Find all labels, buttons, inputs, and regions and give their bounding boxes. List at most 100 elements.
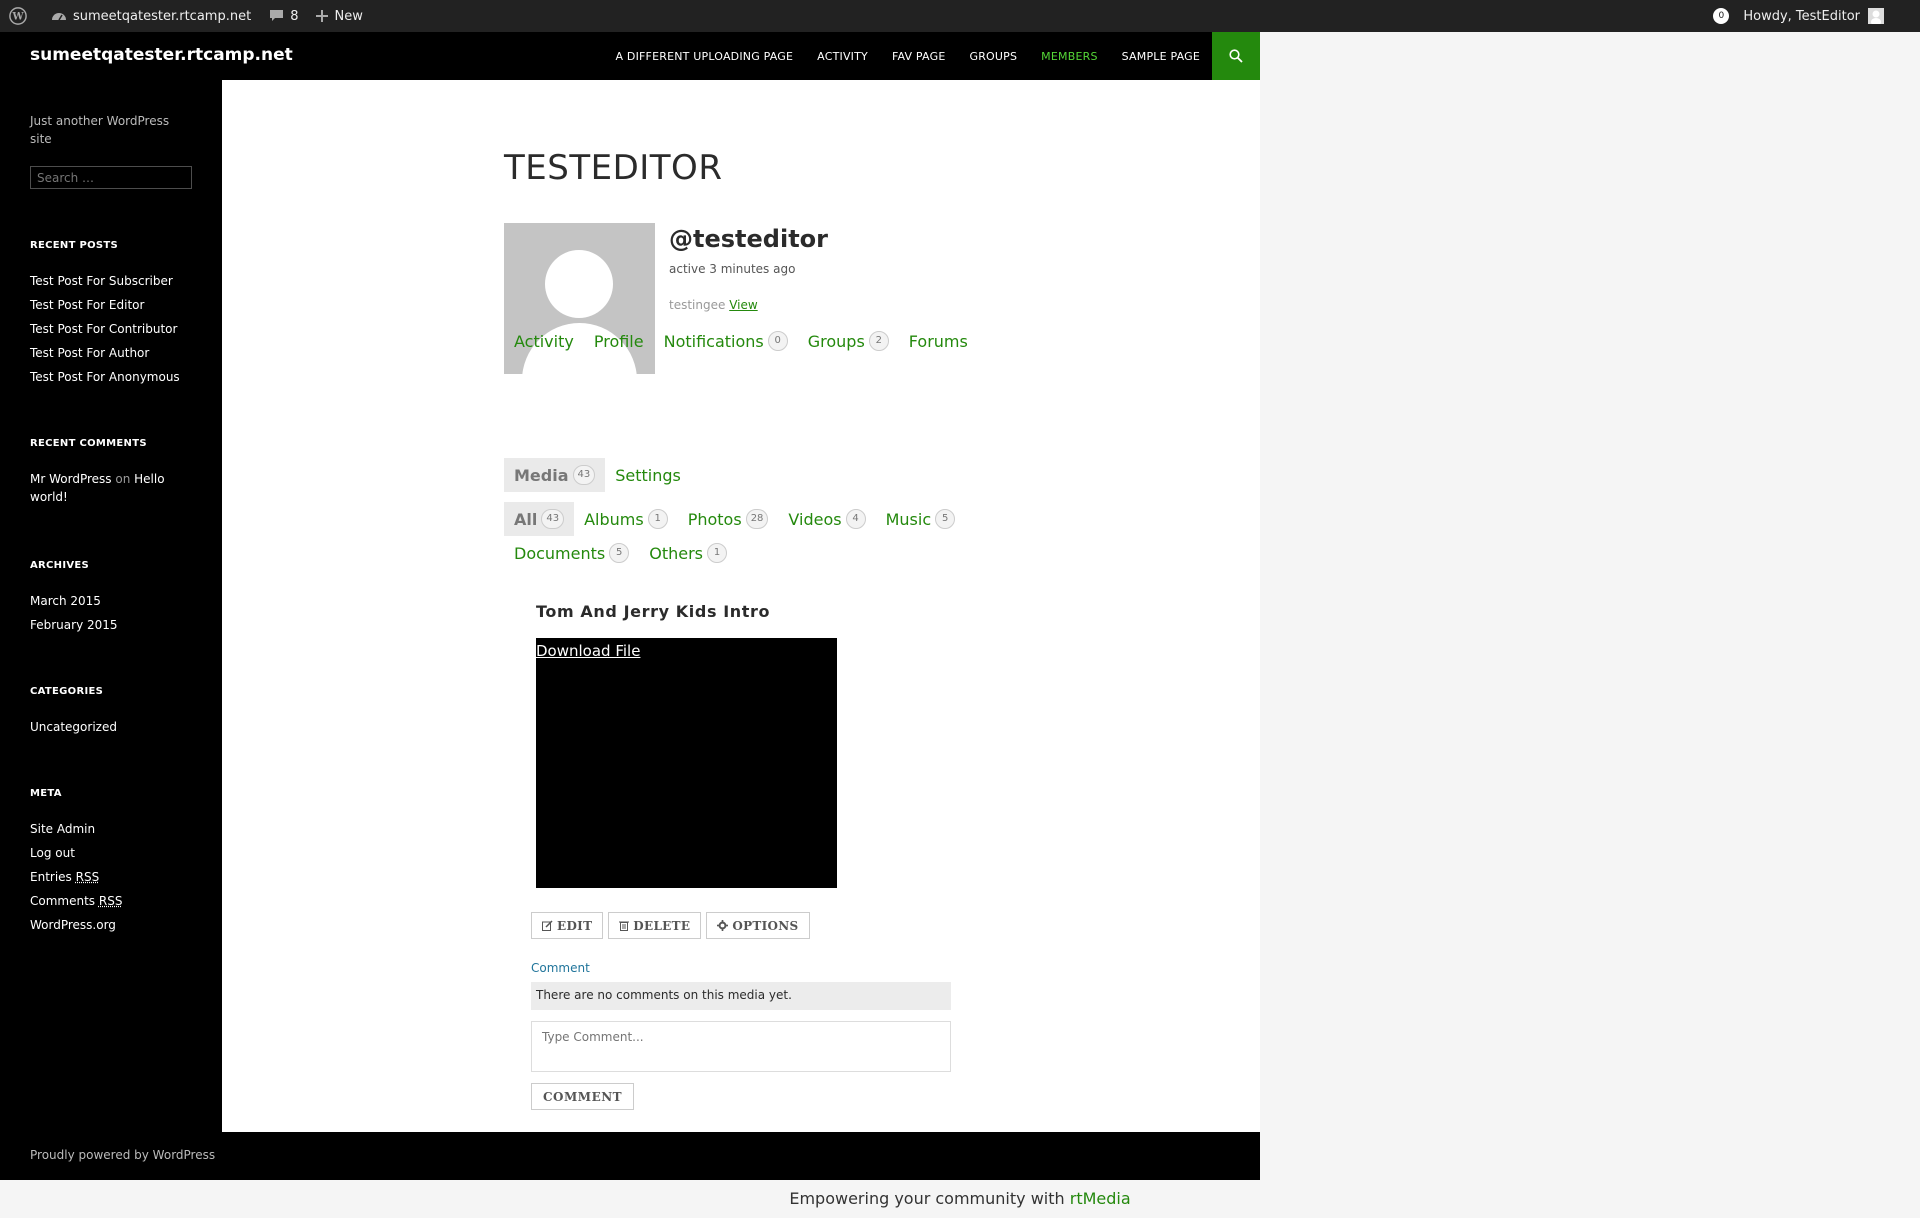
howdy-user-menu[interactable]: Howdy, TestEditor <box>1743 8 1884 24</box>
media-nav-row-1: All 43 Albums 1 Photos 28 Videos 4 Music 5 <box>504 502 965 536</box>
search-icon <box>1229 49 1243 63</box>
media-tab-all[interactable]: All 43 <box>504 502 575 536</box>
comment-bubble-icon <box>270 10 284 21</box>
comment-on-text: on <box>115 472 131 486</box>
main-content: TESTEDITOR @testeditor active 3 minutes … <box>222 80 1260 1132</box>
archives-list: March 2015 February 2015 <box>30 592 200 640</box>
media-tab-photos[interactable]: Photos 28 <box>678 502 779 536</box>
recent-post-link[interactable]: Test Post For Editor <box>30 296 200 314</box>
category-link[interactable]: Uncategorized <box>30 718 200 736</box>
comment-author-link[interactable]: Mr WordPress <box>30 472 112 486</box>
tab-groups[interactable]: Groups 2 <box>798 324 899 358</box>
meta-title: META <box>30 788 62 799</box>
archives-title: ARCHIVES <box>30 560 90 571</box>
tab-settings[interactable]: Settings <box>605 458 691 492</box>
notification-count-badge[interactable]: 0 <box>1713 8 1730 24</box>
primary-navigation: A DIFFERENT UPLOADING PAGE ACTIVITY FAV … <box>603 32 1212 80</box>
count-badge: 28 <box>745 509 769 529</box>
logout-link[interactable]: Log out <box>30 844 200 862</box>
options-button[interactable]: OPTIONS <box>706 912 810 939</box>
rtmedia-credit: Empowering your community with rtMedia <box>0 1189 1920 1208</box>
download-file-link[interactable]: Download File <box>536 642 640 660</box>
submit-comment-button[interactable]: COMMENT <box>531 1083 635 1110</box>
tab-profile[interactable]: Profile <box>584 324 654 358</box>
media-player[interactable]: Download File <box>536 638 837 888</box>
entries-rss-link[interactable]: Entries RSS <box>30 868 200 886</box>
categories-title: CATEGORIES <box>30 686 104 697</box>
profile-field-value: testingee <box>669 298 726 312</box>
wordpress-org-link[interactable]: WordPress.org <box>30 916 200 934</box>
svg-text:W: W <box>11 12 24 23</box>
entries-label: Entries <box>30 870 72 884</box>
nav-item-members[interactable]: MEMBERS <box>1029 50 1109 63</box>
tab-media[interactable]: Media 43 <box>504 458 606 492</box>
recent-comments-list: Mr WordPress on Hello world! <box>30 470 200 512</box>
search-toggle-button[interactable] <box>1212 32 1260 80</box>
edit-button[interactable]: EDIT <box>531 912 604 939</box>
adminbar-comments[interactable]: 8 <box>260 0 307 32</box>
recent-posts-title: RECENT POSTS <box>30 240 119 251</box>
profile-view-link[interactable]: View <box>729 298 757 312</box>
count-badge: 1 <box>707 543 727 563</box>
delete-label: DELETE <box>633 918 691 933</box>
tab-label: All <box>514 509 538 529</box>
rtmedia-link[interactable]: rtMedia <box>1070 1189 1131 1208</box>
recent-posts-list: Test Post For Subscriber Test Post For E… <box>30 272 200 392</box>
member-nav-row-2: Media 43 Settings <box>504 458 691 492</box>
comments-rss-link[interactable]: Comments RSS <box>30 892 200 910</box>
media-nav-row-2: Documents 5 Others 1 <box>504 536 737 570</box>
media-tab-albums[interactable]: Albums 1 <box>574 502 678 536</box>
tab-label: Settings <box>615 465 681 485</box>
media-tab-videos[interactable]: Videos 4 <box>778 502 875 536</box>
tab-label: Profile <box>593 331 644 351</box>
no-comments-message: There are no comments on this media yet. <box>531 982 951 1010</box>
wordpress-logo-icon[interactable]: W <box>0 0 42 32</box>
nav-item-sample-page[interactable]: SAMPLE PAGE <box>1110 50 1212 63</box>
tab-label: Groups <box>807 331 865 351</box>
archive-link[interactable]: February 2015 <box>30 616 200 634</box>
recent-post-link[interactable]: Test Post For Author <box>30 344 200 362</box>
page-title: TESTEDITOR <box>504 148 723 188</box>
sidebar-search-input[interactable] <box>30 166 192 189</box>
site-admin-link[interactable]: Site Admin <box>30 820 200 838</box>
media-tab-music[interactable]: Music 5 <box>876 502 966 536</box>
nav-item-uploading-page[interactable]: A DIFFERENT UPLOADING PAGE <box>603 50 805 63</box>
media-tab-documents[interactable]: Documents 5 <box>504 536 639 570</box>
tab-label: Music <box>885 509 932 529</box>
comment-textarea[interactable] <box>531 1021 951 1072</box>
recent-comments-title: RECENT COMMENTS <box>30 438 147 449</box>
site-title[interactable]: sumeetqatester.rtcamp.net <box>30 45 293 65</box>
nav-item-fav-page[interactable]: FAV PAGE <box>880 50 958 63</box>
recent-post-link[interactable]: Test Post For Anonymous <box>30 368 200 386</box>
avatar-head-shape <box>545 250 613 318</box>
count-badge: 43 <box>572 465 596 485</box>
options-label: OPTIONS <box>732 918 799 933</box>
archive-link[interactable]: March 2015 <box>30 592 200 610</box>
tab-label: Activity <box>514 331 574 351</box>
nav-item-activity[interactable]: ACTIVITY <box>805 50 880 63</box>
nav-item-groups[interactable]: GROUPS <box>957 50 1029 63</box>
count-badge: 1 <box>647 509 668 529</box>
media-tab-others[interactable]: Others 1 <box>639 536 737 570</box>
adminbar-site-name[interactable]: sumeetqatester.rtcamp.net <box>42 0 260 32</box>
site-wrapper: sumeetqatester.rtcamp.net A DIFFERENT UP… <box>0 32 1260 1180</box>
tab-activity[interactable]: Activity <box>504 324 584 358</box>
powered-by-link[interactable]: Proudly powered by WordPress <box>30 1148 215 1162</box>
tab-notifications[interactable]: Notifications 0 <box>654 324 798 358</box>
adminbar-new[interactable]: New <box>307 0 371 32</box>
delete-button[interactable]: DELETE <box>608 912 702 939</box>
adminbar-comments-count: 8 <box>290 8 299 24</box>
tab-forums[interactable]: Forums <box>899 324 978 358</box>
recent-post-link[interactable]: Test Post For Subscriber <box>30 272 200 290</box>
rtmedia-text: Empowering your community with <box>789 1189 1065 1208</box>
tab-label: Media <box>514 465 569 485</box>
member-handle: @testeditor <box>669 225 828 253</box>
media-title: Tom And Jerry Kids Intro <box>536 602 771 621</box>
howdy-label: Howdy, TestEditor <box>1743 8 1860 24</box>
comments-label: Comments <box>30 894 96 908</box>
tab-label: Documents <box>514 543 606 563</box>
count-badge: 0 <box>767 331 788 351</box>
recent-post-link[interactable]: Test Post For Contributor <box>30 320 200 338</box>
masthead: sumeetqatester.rtcamp.net A DIFFERENT UP… <box>0 32 1260 80</box>
trash-icon <box>619 921 630 931</box>
